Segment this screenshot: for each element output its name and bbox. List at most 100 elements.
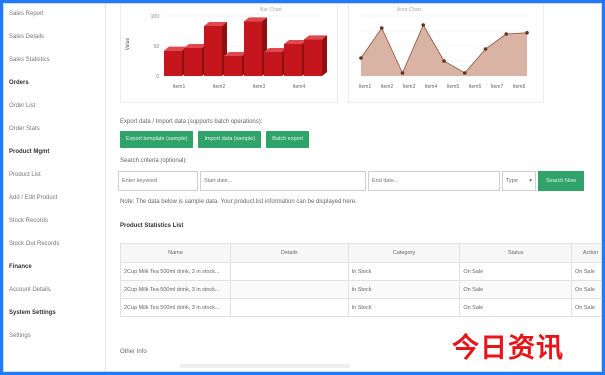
export-template-button[interactable]: Export template (sample): [120, 131, 194, 148]
sidebar-group-heading: Finance: [9, 264, 32, 270]
data-point: [442, 59, 446, 63]
bar-chart-panel: 100 50 0 Value Item1 Item2 Item3 Item4 Bar Chart: [120, 3, 338, 103]
table-cell: In Stock: [347, 262, 461, 281]
x-tick-label: Item7: [491, 84, 504, 90]
table-cell: On Sale: [571, 262, 605, 281]
table-cell: On Sale: [459, 280, 573, 299]
table-cell: 2Cup Milk Tea 500ml drink, 3 in stock...: [120, 298, 231, 317]
table-cell: [229, 298, 349, 317]
table-row[interactable]: 2Cup Milk Tea 500ml drink, 3 in stock...…: [120, 298, 605, 317]
table-cell: In Stock: [347, 298, 461, 317]
data-point: [525, 31, 529, 35]
y-tick-label: 50: [153, 44, 159, 50]
col-header: Status: [459, 243, 573, 263]
x-tick-label: Item4: [425, 84, 438, 90]
sidebar-group-heading: Product Mgmt: [9, 149, 50, 155]
chevron-down-icon: ▾: [529, 178, 532, 184]
table-row[interactable]: 2Cup Milk Tea 500ml drink, 3 in stock...…: [120, 280, 605, 299]
table-cell: [229, 280, 349, 299]
sidebar-item[interactable]: Settings: [3, 325, 105, 348]
keyword-input[interactable]: [118, 171, 198, 191]
sidebar-item[interactable]: Account Details: [3, 279, 105, 302]
col-header: Details: [229, 243, 349, 263]
notice-text: Note: The data below is sample data. You…: [120, 199, 357, 205]
export-label: Export data / Import data (supports batc…: [120, 119, 263, 125]
table-cell: On Sale: [459, 298, 573, 317]
bar: [284, 44, 302, 76]
sidebar-group-heading: Orders: [9, 80, 29, 86]
sidebar-item[interactable]: Stock Records: [3, 210, 105, 233]
x-tick-label: Item1: [359, 84, 372, 90]
area-fill: [361, 25, 527, 76]
search-label: Search criteria (optional):: [120, 158, 188, 164]
sidebar-item[interactable]: Add / Edit Product: [3, 187, 105, 210]
horizontal-scrollbar[interactable]: [180, 364, 350, 368]
table-cell: 2Cup Milk Tea 500ml drink, 3 in stock...: [120, 280, 231, 299]
chart-caption: Area Chart: [397, 7, 422, 13]
bar: [224, 56, 242, 76]
type-select[interactable]: Type ▾: [502, 171, 536, 191]
bar-side: [322, 35, 327, 76]
data-point: [504, 32, 509, 36]
chart-caption: Bar Chart: [260, 7, 282, 13]
x-tick-label: Item3: [403, 84, 416, 90]
data-point: [359, 56, 363, 60]
x-tick-label: Item1: [173, 84, 186, 90]
data-point: [379, 26, 384, 30]
sidebar-item[interactable]: Sales Report: [3, 3, 105, 26]
sidebar-item[interactable]: Order List: [3, 95, 105, 118]
watermark: 今日资讯: [452, 333, 564, 363]
bar: [244, 21, 262, 76]
y-axis-label: Value: [125, 38, 131, 51]
table-cell: On Sale: [571, 298, 605, 317]
bar: [264, 52, 282, 76]
y-tick-label: 0: [156, 74, 159, 80]
x-tick-label: Item2: [213, 84, 226, 90]
sidebar-item[interactable]: Sales Statistics: [3, 49, 105, 72]
bar-chart: 100 50 0 Value Item1 Item2 Item3 Item4 Bar Chart: [125, 7, 329, 90]
area-chart-panel: Item1 Item2 Item3 Item4 Item5 Item6 Item7 Item8…: [348, 3, 544, 103]
area-chart: Item1 Item2 Item3 Item4 Item5 Item6 Item7 Item8…: [359, 7, 529, 90]
footer-note: Other Info: [120, 349, 147, 355]
table-cell: In Stock: [347, 280, 461, 299]
sidebar-item[interactable]: Stock Out Records: [3, 233, 105, 256]
x-tick-label: Item3: [253, 84, 266, 90]
col-header: Action: [571, 243, 605, 263]
sidebar-group-heading: System Settings: [9, 310, 56, 316]
x-tick-label: Item2: [381, 84, 394, 90]
table-cell: On Sale: [459, 262, 573, 281]
search-button[interactable]: Search Now: [538, 171, 584, 191]
data-point: [483, 47, 488, 51]
data-point: [462, 71, 467, 75]
sidebar-item[interactable]: Product List: [3, 164, 105, 187]
x-tick-label: Item8: [513, 84, 526, 90]
type-select-value: Type: [506, 178, 518, 184]
batch-export-button[interactable]: Batch export: [266, 131, 310, 148]
sidebar-item[interactable]: Order Stats: [3, 118, 105, 141]
x-tick-label: Item4: [293, 84, 306, 90]
x-tick-label: Item6: [469, 84, 482, 90]
data-point: [400, 71, 405, 75]
search-row: Type ▾ Search Now: [118, 171, 584, 191]
x-tick-label: Item5: [447, 84, 460, 90]
table-cell: 2Cup Milk Tea 500ml drink, 3 in stock...: [120, 262, 231, 281]
table-cell: On Sale: [571, 280, 605, 299]
y-tick-label: 100: [151, 14, 160, 20]
bar: [204, 26, 222, 76]
bar: [304, 39, 322, 76]
table-cell: [229, 262, 349, 281]
col-header: Category: [347, 243, 461, 263]
col-header: Name: [120, 243, 231, 263]
sidebar-item[interactable]: Sales Details: [3, 26, 105, 49]
end-date-input[interactable]: [368, 171, 500, 191]
bar: [164, 50, 182, 76]
start-date-input[interactable]: [200, 171, 366, 191]
export-button-row: Export template (sample) Import data (sa…: [120, 131, 310, 148]
import-data-button[interactable]: Import data (sample): [198, 131, 262, 148]
table-title: Product Statistics List: [120, 223, 184, 229]
bar: [184, 48, 202, 76]
product-table: Name Details Category Status Action 2Cup…: [120, 243, 605, 317]
data-point: [421, 23, 426, 27]
sidebar: Sales Report Sales Details Sales Statistic…: [3, 3, 106, 372]
table-row[interactable]: 2Cup Milk Tea 500ml drink, 3 in stock...…: [120, 262, 605, 281]
